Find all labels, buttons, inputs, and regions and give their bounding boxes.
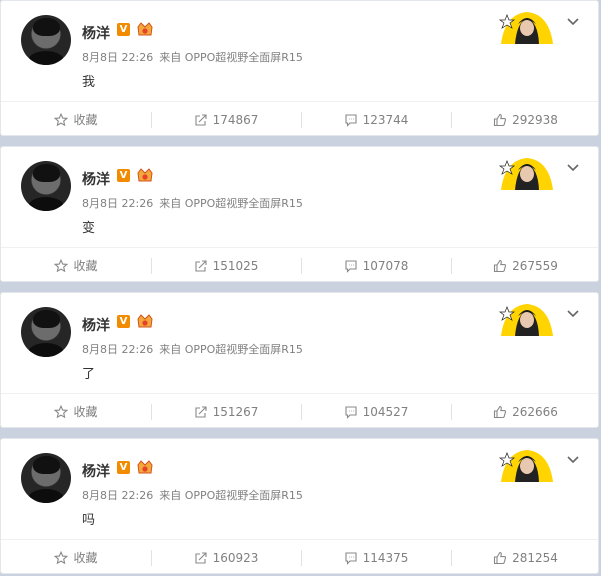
star-icon: [54, 258, 69, 272]
repost-button[interactable]: 151267: [151, 394, 301, 429]
post-source[interactable]: 来自 OPPO超视野全面屏R15: [159, 489, 303, 502]
like-button[interactable]: 267559: [451, 248, 600, 283]
card-decoration: [498, 12, 553, 44]
post-card: 杨洋 V 8月8日 22:26 来自 OPPO超视野全面屏R15 吗 收藏 16…: [0, 438, 599, 574]
favorite-label: 收藏: [73, 259, 98, 273]
comment-button[interactable]: 114375: [301, 540, 451, 575]
favorite-button[interactable]: 收藏: [1, 102, 151, 137]
comment-count: 104527: [362, 404, 409, 419]
post-text: 变: [82, 221, 96, 236]
avatar[interactable]: [21, 15, 71, 65]
thumbs-up-icon: [494, 405, 507, 418]
weibo-feed: 杨洋 V 8月8日 22:26 来自 OPPO超视野全面屏R15 我 收藏 17…: [0, 0, 601, 574]
post-actions: 收藏 151267 104527 262666: [1, 393, 598, 430]
post-text: 我: [82, 75, 96, 90]
like-button[interactable]: 281254: [451, 540, 600, 575]
post-date[interactable]: 8月8日 22:26: [82, 343, 153, 356]
like-count: 292938: [512, 112, 558, 127]
repost-count: 174867: [212, 112, 259, 127]
favorite-label: 收藏: [73, 551, 98, 565]
username[interactable]: 杨洋: [82, 315, 110, 335]
username[interactable]: 杨洋: [82, 23, 110, 43]
repost-count: 151267: [212, 404, 259, 419]
card-decoration: [498, 158, 553, 190]
avatar[interactable]: [21, 453, 71, 503]
comment-button[interactable]: 107078: [301, 248, 451, 283]
star-icon: [54, 550, 69, 564]
share-icon: [195, 259, 207, 272]
comment-button[interactable]: 104527: [301, 394, 451, 429]
chevron-down-icon[interactable]: [566, 454, 580, 466]
chevron-down-icon[interactable]: [566, 16, 580, 28]
vip-crown-icon[interactable]: [136, 459, 154, 475]
card-decoration: [498, 304, 553, 336]
comment-count: 123744: [362, 112, 409, 127]
comment-count: 107078: [362, 258, 409, 273]
comment-icon: [345, 551, 357, 565]
vip-crown-icon[interactable]: [136, 21, 154, 37]
comment-icon: [345, 405, 357, 419]
chevron-down-icon[interactable]: [566, 308, 580, 320]
like-count: 262666: [512, 404, 558, 419]
repost-button[interactable]: 174867: [151, 102, 301, 137]
comment-icon: [345, 113, 357, 127]
comment-button[interactable]: 123744: [301, 102, 451, 137]
favorite-button[interactable]: 收藏: [1, 394, 151, 429]
post-meta: 8月8日 22:26 来自 OPPO超视野全面屏R15: [82, 487, 303, 503]
card-decoration: [498, 450, 553, 482]
share-icon: [195, 405, 207, 418]
verified-badge-icon: V: [117, 23, 130, 36]
like-button[interactable]: 292938: [451, 102, 600, 137]
avatar[interactable]: [21, 307, 71, 357]
thumbs-up-icon: [494, 551, 507, 564]
share-icon: [195, 551, 207, 564]
favorite-label: 收藏: [73, 113, 98, 127]
verified-badge-icon: V: [117, 315, 130, 328]
like-button[interactable]: 262666: [451, 394, 600, 429]
verified-badge-icon: V: [117, 169, 130, 182]
like-count: 267559: [512, 258, 558, 273]
post-meta: 8月8日 22:26 来自 OPPO超视野全面屏R15: [82, 341, 303, 357]
post-source[interactable]: 来自 OPPO超视野全面屏R15: [159, 51, 303, 64]
vip-crown-icon[interactable]: [136, 313, 154, 329]
username[interactable]: 杨洋: [82, 461, 110, 481]
post-source[interactable]: 来自 OPPO超视野全面屏R15: [159, 343, 303, 356]
repost-button[interactable]: 160923: [151, 540, 301, 575]
repost-count: 151025: [212, 258, 259, 273]
post-text: 了: [82, 367, 96, 382]
star-icon: [54, 404, 69, 418]
post-date[interactable]: 8月8日 22:26: [82, 489, 153, 502]
post-actions: 收藏 174867 123744 292938: [1, 101, 598, 138]
repost-count: 160923: [212, 550, 259, 565]
post-card: 杨洋 V 8月8日 22:26 来自 OPPO超视野全面屏R15 我 收藏 17…: [0, 0, 599, 136]
post-card: 杨洋 V 8月8日 22:26 来自 OPPO超视野全面屏R15 了 收藏 15…: [0, 292, 599, 428]
chevron-down-icon[interactable]: [566, 162, 580, 174]
favorite-button[interactable]: 收藏: [1, 248, 151, 283]
repost-button[interactable]: 151025: [151, 248, 301, 283]
verified-badge-icon: V: [117, 461, 130, 474]
post-actions: 收藏 160923 114375 281254: [1, 539, 598, 576]
username[interactable]: 杨洋: [82, 169, 110, 189]
thumbs-up-icon: [494, 259, 507, 272]
post-meta: 8月8日 22:26 来自 OPPO超视野全面屏R15: [82, 49, 303, 65]
post-date[interactable]: 8月8日 22:26: [82, 197, 153, 210]
post-date[interactable]: 8月8日 22:26: [82, 51, 153, 64]
post-meta: 8月8日 22:26 来自 OPPO超视野全面屏R15: [82, 195, 303, 211]
comment-count: 114375: [362, 550, 409, 565]
post-source[interactable]: 来自 OPPO超视野全面屏R15: [159, 197, 303, 210]
avatar[interactable]: [21, 161, 71, 211]
post-text: 吗: [82, 513, 96, 528]
like-count: 281254: [512, 550, 558, 565]
favorite-button[interactable]: 收藏: [1, 540, 151, 575]
comment-icon: [345, 259, 357, 273]
thumbs-up-icon: [494, 113, 507, 126]
post-card: 杨洋 V 8月8日 22:26 来自 OPPO超视野全面屏R15 变 收藏 15…: [0, 146, 599, 282]
star-icon: [54, 112, 69, 126]
post-actions: 收藏 151025 107078 267559: [1, 247, 598, 284]
share-icon: [195, 113, 207, 126]
favorite-label: 收藏: [73, 405, 98, 419]
vip-crown-icon[interactable]: [136, 167, 154, 183]
